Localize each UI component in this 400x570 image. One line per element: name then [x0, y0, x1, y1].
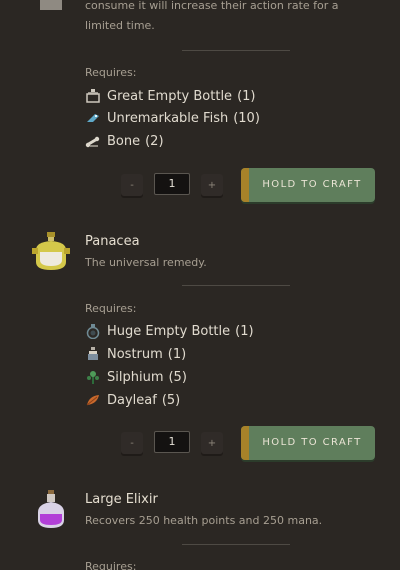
- item-description-line: limited time.: [85, 19, 155, 32]
- craft-progress-edge: [241, 168, 249, 202]
- craft-button-label: HOLD TO CRAFT: [262, 437, 362, 448]
- craft-progress-edge: [241, 426, 249, 460]
- item-description-line: consume it will increase their action ra…: [85, 0, 339, 12]
- ingredient-count: (10): [233, 110, 260, 126]
- silphium-icon: [87, 371, 99, 384]
- quantity-input[interactable]: 1: [154, 431, 190, 453]
- requires-label: Requires:: [85, 66, 137, 79]
- ingredient-count: (5): [168, 369, 187, 385]
- item-description: The universal remedy.: [85, 256, 207, 269]
- craft-button-label: HOLD TO CRAFT: [262, 179, 362, 190]
- ingredient-name: Bone: [107, 133, 141, 149]
- decrease-quantity-button[interactable]: -: [121, 174, 143, 198]
- increase-quantity-button[interactable]: +: [201, 174, 223, 198]
- dayleaf-icon: [86, 395, 99, 406]
- divider: [182, 544, 290, 545]
- hold-to-craft-button[interactable]: HOLD TO CRAFT: [241, 168, 375, 202]
- ingredient-name: Huge Empty Bottle: [107, 323, 231, 339]
- ingredient-row: Unremarkable Fish (10): [85, 108, 260, 128]
- ingredient-count: (5): [161, 392, 181, 408]
- nostrum-icon: [88, 347, 98, 360]
- divider: [182, 50, 290, 51]
- hold-to-craft-button[interactable]: HOLD TO CRAFT: [241, 426, 375, 460]
- ingredient-row: Dayleaf (5): [85, 390, 180, 410]
- ingredient-row: Silphium (5): [85, 367, 187, 387]
- ingredient-count: (1): [237, 88, 256, 104]
- ingredient-row: Great Empty Bottle (1): [85, 86, 255, 106]
- ingredient-name: Silphium: [107, 369, 164, 385]
- quantity-input[interactable]: 1: [154, 173, 190, 195]
- ingredient-count: (2): [145, 133, 164, 149]
- ingredient-count: (1): [235, 323, 254, 339]
- large-elixir-icon: [38, 490, 64, 528]
- decrease-quantity-button[interactable]: -: [121, 432, 143, 456]
- ingredient-row: Nostrum (1): [85, 344, 186, 364]
- unremarkable-fish-icon: [85, 114, 99, 124]
- ingredient-row: Huge Empty Bottle (1): [85, 321, 254, 341]
- divider: [182, 285, 290, 286]
- huge-empty-bottle-icon: [86, 324, 100, 339]
- bone-icon: [85, 136, 100, 148]
- item-description: Recovers 250 health points and 250 mana.: [85, 514, 323, 527]
- great-empty-bottle-icon: [86, 89, 100, 103]
- craft-controls: - 1 + HOLD TO CRAFT: [0, 168, 400, 204]
- ingredient-row: Bone (2): [85, 131, 164, 151]
- increase-quantity-button[interactable]: +: [201, 432, 223, 456]
- item-name: Panacea: [85, 234, 140, 249]
- potion-icon: [40, 0, 62, 10]
- requires-label: Requires:: [85, 560, 137, 570]
- requires-label: Requires:: [85, 302, 137, 315]
- ingredient-name: Dayleaf: [107, 392, 157, 408]
- ingredient-name: Great Empty Bottle: [107, 88, 233, 104]
- ingredient-name: Unremarkable Fish: [107, 110, 229, 126]
- craft-controls: - 1 + HOLD TO CRAFT: [0, 426, 400, 462]
- ingredient-count: (1): [167, 346, 187, 362]
- panacea-icon: [32, 232, 70, 270]
- ingredient-name: Nostrum: [107, 346, 163, 362]
- item-name: Large Elixir: [85, 492, 158, 507]
- crafting-recipe-list: consume it will increase their action ra…: [0, 0, 400, 570]
